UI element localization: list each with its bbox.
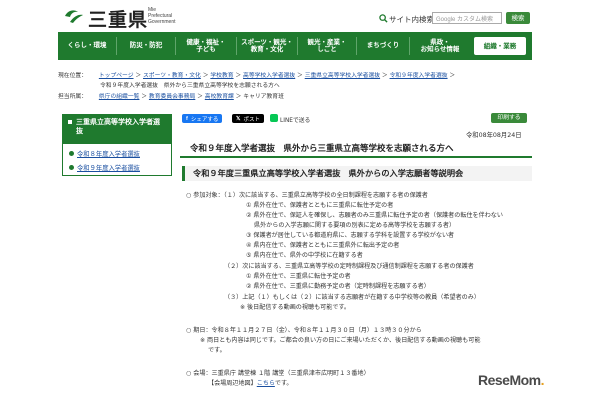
target-item: ① 県外在住で、三重県に転住予定の者 bbox=[246, 273, 351, 280]
sidebar-item-r9[interactable]: 令和９年度入学者選抜 bbox=[69, 163, 140, 172]
breadcrumb-link[interactable]: 三重県立高等学校入学者選抜 bbox=[305, 73, 380, 79]
sidebar-item-label: 令和８年度入学者選抜 bbox=[77, 151, 140, 158]
nav-item-sports-education[interactable]: スポーツ・観光・ 教育・文化 bbox=[237, 32, 297, 60]
watermark-text: ReseMom bbox=[478, 372, 541, 388]
nav-item-organization[interactable]: 組織・業務 bbox=[474, 37, 526, 55]
bullet-icon bbox=[69, 165, 74, 170]
breadcrumb: 現在位置： トップページ ＞ スポーツ・教育・文化 ＞ 学校教育 ＞ 高等学校入… bbox=[58, 73, 456, 79]
sidebar-item-r8[interactable]: 令和８年度入学者選抜 bbox=[69, 149, 140, 158]
search-button[interactable]: 検索 bbox=[506, 12, 530, 24]
target-item: ② 県外在住で、三重県に勤務予定の者（定時制課程を志願する者） bbox=[246, 283, 430, 290]
nav-item-health[interactable]: 健康・福祉・ 子ども bbox=[176, 32, 236, 60]
facebook-share-button[interactable]: f シェアする bbox=[182, 114, 223, 123]
department-link[interactable]: 教育委員会事務局 bbox=[149, 94, 195, 100]
x-post-label: ポスト bbox=[243, 116, 260, 123]
target-heading-3: （３）上記（１）もしくは（２）に該当する志願者が在籍する中学校等の教員（希望者の… bbox=[224, 294, 480, 301]
search-input[interactable]: Google カスタム検索 bbox=[432, 12, 502, 24]
breadcrumb-head: 現在位置： bbox=[58, 73, 87, 79]
nav-item-living[interactable]: くらし・環境 bbox=[58, 32, 116, 60]
target-item: ② 県外在住で、保証人を確保し、志願者のみ三重県に転住予定の者（保護者の転住を伴… bbox=[246, 212, 503, 219]
site-header: 三重県 Mie Prefectural Government サイト内検索 Go… bbox=[0, 0, 610, 32]
breadcrumb-link[interactable]: スポーツ・教育・文化 bbox=[143, 73, 201, 79]
department-head: 担当所属： bbox=[58, 94, 87, 100]
target-item-cont: 県外からの入学志願に関する要項の別表に定める高等学校を志願する者） bbox=[254, 222, 456, 229]
sidebar-title[interactable]: 三重県立高等学校入学者選抜 bbox=[62, 114, 172, 144]
facebook-share-label: シェアする bbox=[190, 116, 219, 123]
logo-sub-line: Government bbox=[148, 19, 176, 25]
venue-map-prefix: 【会場周辺地図】 bbox=[208, 380, 257, 387]
target-heading-2: （２）次に該当する、三重県立高等学校の定時制課程及び通信制課程を志願する者の保護… bbox=[224, 263, 474, 270]
breadcrumb-link[interactable]: トップページ bbox=[99, 73, 134, 79]
target-item: ③ 保護者が居住している都道府県に、志願する学科を設置する学校がない者 bbox=[246, 232, 455, 239]
target-note: ※ 後日配信する動画の視聴も可能です。 bbox=[240, 304, 351, 311]
department-team: キャリア教育班 bbox=[243, 94, 284, 100]
resemom-watermark: ReseMom. bbox=[478, 372, 545, 388]
bullet-icon bbox=[69, 151, 74, 156]
department-link[interactable]: 県庁の組織一覧 bbox=[99, 94, 140, 100]
date-line: ○ 期日：令和８年１１月２７日（金）、令和８年１１月３０日（月）１３時３０分から bbox=[186, 327, 422, 334]
breadcrumb-department: 担当所属： 県庁の組織一覧 ＞ 教育委員会事務局 ＞ 高校教育課 ＞ キャリア教… bbox=[58, 94, 284, 100]
section-title: 令和９年度三重県立高等学校入学者選抜 県外からの入学志願者等説明会 bbox=[182, 166, 532, 181]
facebook-icon: f bbox=[186, 115, 188, 122]
search-icon bbox=[379, 14, 388, 23]
sidebar-menu: 令和８年度入学者選抜 令和９年度入学者選抜 bbox=[62, 144, 172, 176]
site-logo-text[interactable]: 三重県 bbox=[88, 5, 148, 32]
venue-line: ○ 会場：三重県庁 講堂棟 １階 講堂（三重県津市広明町１３番地） bbox=[186, 370, 370, 377]
x-post-button[interactable]: 𝕏 ポスト bbox=[232, 114, 264, 123]
venue-map-line: 【会場周辺地図】こちらです。 bbox=[208, 380, 293, 388]
x-icon: 𝕏 bbox=[236, 115, 241, 122]
nav-item-disaster[interactable]: 防災・防犯 bbox=[117, 32, 175, 60]
target-item: ④ 県内在住で、保護者とともに三重県外に転出予定の者 bbox=[246, 242, 400, 249]
target-item: ⑤ 県内在住で、県外の中学校に在籍する者 bbox=[246, 252, 363, 259]
date-note-cont: です。 bbox=[208, 347, 226, 354]
global-nav: くらし・環境 防災・防犯 健康・福祉・ 子ども スポーツ・観光・ 教育・文化 観… bbox=[58, 32, 532, 60]
page-title: 令和９年度入学者選抜 県外から三重県立高等学校を志願される方へ bbox=[180, 140, 532, 158]
watermark-dot: . bbox=[540, 372, 545, 388]
date-note: ※ 両日とも内容は同じです。ご都合の良い方の日にご来場いただくか、後日配信する動… bbox=[200, 337, 481, 344]
department-link[interactable]: 高校教育課 bbox=[205, 94, 234, 100]
target-item: ① 県外在住で、保護者とともに三重県に転住予定の者 bbox=[246, 202, 394, 209]
nav-item-prefecture-info[interactable]: 県政・ お知らせ情報 bbox=[410, 32, 470, 60]
venue-map-suffix: です。 bbox=[274, 380, 293, 387]
breadcrumb-current: 令和９年度入学者選抜 県外から三重県立高等学校を志願される方へ bbox=[100, 83, 280, 89]
breadcrumb-link[interactable]: 学校教育 bbox=[210, 73, 233, 79]
breadcrumb-link[interactable]: 高等学校入学者選抜 bbox=[243, 73, 295, 79]
mie-logo-icon[interactable] bbox=[64, 8, 84, 24]
nav-item-industry[interactable]: 観光・産業・ しごと bbox=[298, 32, 356, 60]
site-logo-subtitle: Mie Prefectural Government bbox=[148, 7, 176, 25]
nav-item-town[interactable]: まちづくり bbox=[357, 32, 409, 60]
breadcrumb-link[interactable]: 令和９年度入学者選抜 bbox=[390, 73, 448, 79]
target-heading: ○ 参加対象：（１）次に該当する、三重県立高等学校の全日制課程を志願する者の保護… bbox=[186, 192, 428, 199]
publish-date: 令和08年08月24日 bbox=[466, 132, 522, 139]
print-button[interactable]: 印刷する bbox=[491, 113, 527, 123]
search-label: サイト内検索 bbox=[389, 15, 434, 24]
sidebar-item-label: 令和９年度入学者選抜 bbox=[77, 165, 140, 172]
venue-map-link[interactable]: こちら bbox=[257, 380, 275, 387]
line-icon[interactable] bbox=[270, 114, 278, 122]
line-share-link[interactable]: LINEで送る bbox=[280, 115, 310, 124]
